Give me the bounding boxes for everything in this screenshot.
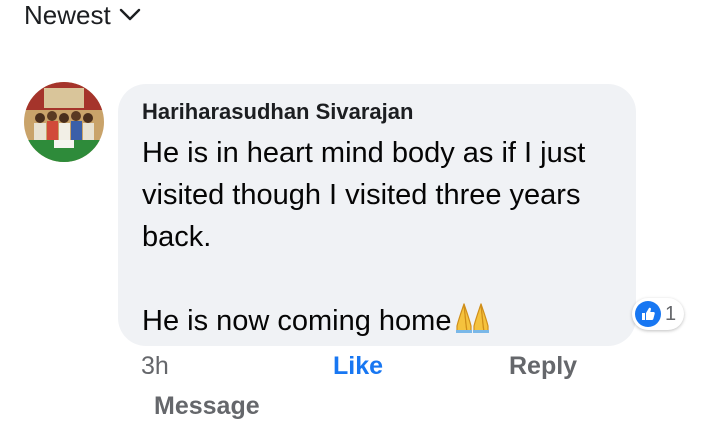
comment-author[interactable]: Hariharasudhan Sivarajan bbox=[142, 98, 612, 126]
sort-dropdown[interactable]: Newest bbox=[24, 0, 141, 30]
avatar[interactable] bbox=[24, 82, 104, 162]
sort-label: Newest bbox=[24, 0, 111, 30]
comment-bubble: Hariharasudhan Sivarajan He is in heart … bbox=[118, 84, 636, 346]
comment-text: He is in heart mind body as if I just vi… bbox=[142, 132, 612, 346]
reaction-count: 1 bbox=[665, 302, 677, 325]
message-button[interactable]: Message bbox=[154, 392, 260, 421]
comment-actions: 3h Like Reply bbox=[0, 352, 719, 386]
chevron-down-icon bbox=[119, 8, 140, 21]
folded-hands-icon bbox=[455, 302, 491, 346]
reply-button[interactable]: Reply bbox=[509, 352, 577, 381]
like-reaction-icon bbox=[635, 301, 661, 327]
comment-paragraph-2-text: He is now coming home bbox=[142, 305, 452, 337]
comment-paragraph-1: He is in heart mind body as if I just vi… bbox=[142, 137, 586, 253]
avatar-photo bbox=[24, 82, 104, 162]
comment-paragraph-2: He is now coming home bbox=[142, 300, 612, 346]
like-button[interactable]: Like bbox=[333, 352, 383, 381]
comment-timestamp[interactable]: 3h bbox=[141, 352, 169, 381]
reactions-summary[interactable]: 1 bbox=[632, 298, 685, 330]
